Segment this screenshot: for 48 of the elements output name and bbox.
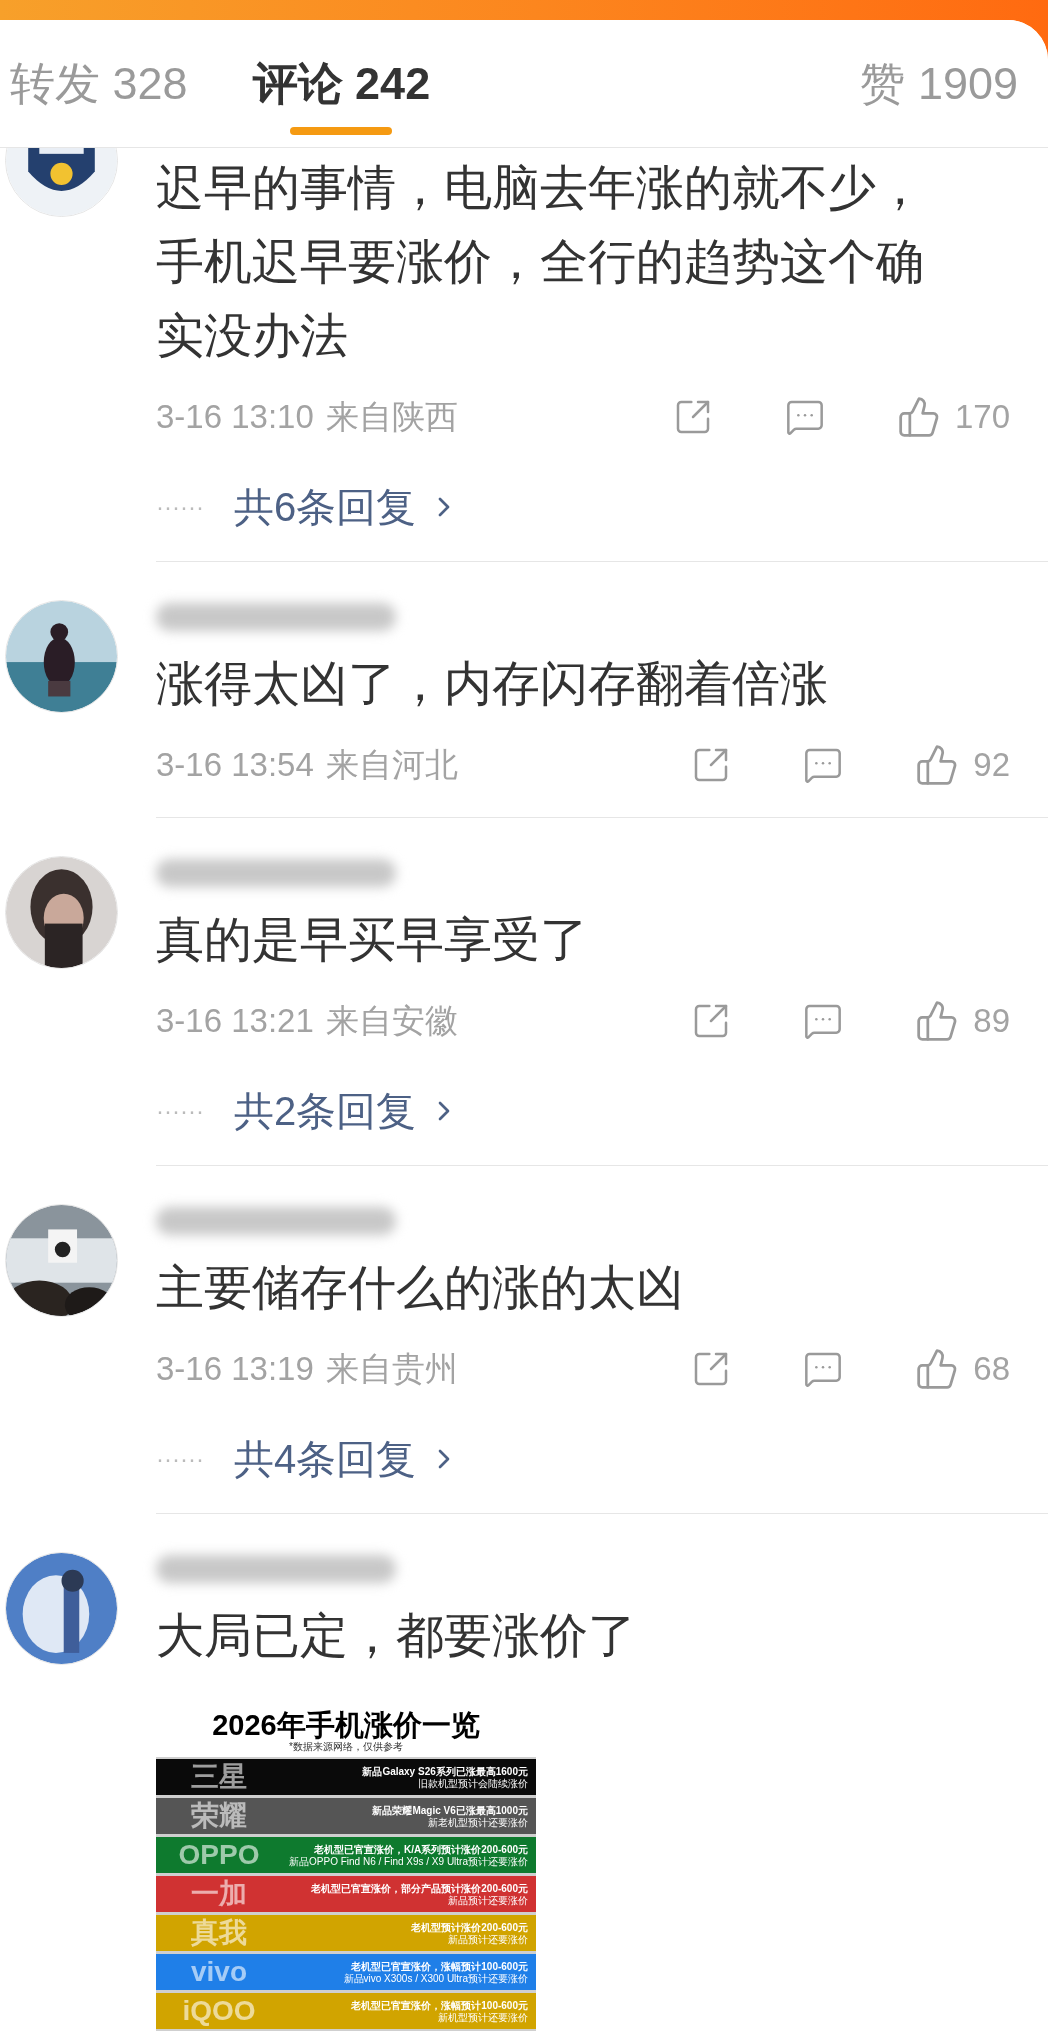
comment-text: 真的是早买早享受了 (156, 912, 589, 968)
price-note: 老机型已官宣涨价，部分产品预计涨价200-600元 (311, 1881, 528, 1895)
price-subnote: 新老机型预计还要涨价 (428, 1816, 528, 1829)
price-note: 老机型已官宣涨价，K/A系列预计涨价200-600元 (314, 1842, 528, 1856)
image-title: 2026年手机涨价一览 (211, 1708, 481, 1741)
tab[interactable]: 评论 242 (252, 20, 431, 147)
price-subnote: 新品预计还要涨价 (448, 1894, 528, 1907)
brand-name: OPPO (177, 1841, 261, 1869)
like-count: 170 (954, 397, 1010, 438)
comment-location: 来自贵州 (325, 1349, 458, 1390)
price-note: 新品Galaxy S26系列已涨最高1600元 (362, 1764, 528, 1778)
reply-dots: ······ (156, 1444, 204, 1474)
comment-location: 来自安徽 (325, 1001, 458, 1042)
price-subnote: 旧款机型预计会陆续涨价 (418, 1777, 528, 1790)
image-note: *数据来源网络，仅供参考 (288, 1741, 404, 1753)
reply-dots: ······ (156, 492, 204, 522)
brand-name: iQOO (181, 1997, 257, 2025)
comment-time: 3-16 13:19 (156, 1349, 314, 1390)
comment-location: 来自河北 (325, 745, 458, 786)
like-count: 68 (973, 1349, 1010, 1390)
comment-time: 3-16 13:10 (156, 397, 314, 438)
like-icon[interactable] (896, 395, 941, 439)
reply-dots: ······ (156, 1096, 204, 1126)
brand-name: 一加 (190, 1880, 248, 1908)
price-note: 老机型预计涨价200-600元 (411, 1920, 528, 1934)
price-note: 老机型已官宣涨价，涨幅预计100-600元 (351, 1998, 528, 2012)
comment-text: 主要储存什么的涨的太凶 (156, 1260, 685, 1316)
price-subnote: 新品预计还要涨价 (448, 1933, 528, 1946)
like-count: 89 (973, 1001, 1010, 1042)
price-subnote: 新机型预计还要涨价 (438, 2011, 528, 2024)
comment-text: 迟早的事情，电脑去年涨的就不少，手机迟早要涨价，全行的趋势这个确实没办法 (156, 160, 925, 364)
brand-name: 荣耀 (190, 1802, 248, 1830)
comment-time: 3-16 13:54 (156, 745, 314, 786)
price-subnote: 新品vivo X300s / X300 Ultra预计还要涨价 (343, 1972, 528, 1985)
comment-text: 涨得太凶了，内存闪存翻着倍涨 (156, 656, 829, 712)
comment-location: 来自陕西 (325, 397, 458, 438)
brand-name: 真我 (190, 1919, 248, 1947)
replies-link[interactable]: 共2条回复 (233, 1081, 461, 1141)
like-count: 92 (973, 745, 1010, 786)
price-note: 新品荣耀Magic V6已涨最高1000元 (372, 1803, 528, 1817)
price-subnote: 新品OPPO Find N6 / Find X9s / X9 Ultra预计还要涨价 (289, 1855, 528, 1868)
replies-link[interactable]: 共6条回复 (233, 477, 461, 537)
brand-name: 三星 (190, 1763, 248, 1791)
price-note: 老机型已官宣涨价，涨幅预计100-600元 (351, 1959, 528, 1973)
comment-text: 大局已定，都要涨价了 (156, 1608, 637, 1664)
replies-link[interactable]: 共4条回复 (233, 1429, 461, 1489)
brand-name: vivo (190, 1958, 248, 1986)
comment-time: 3-16 13:21 (156, 1001, 314, 1042)
